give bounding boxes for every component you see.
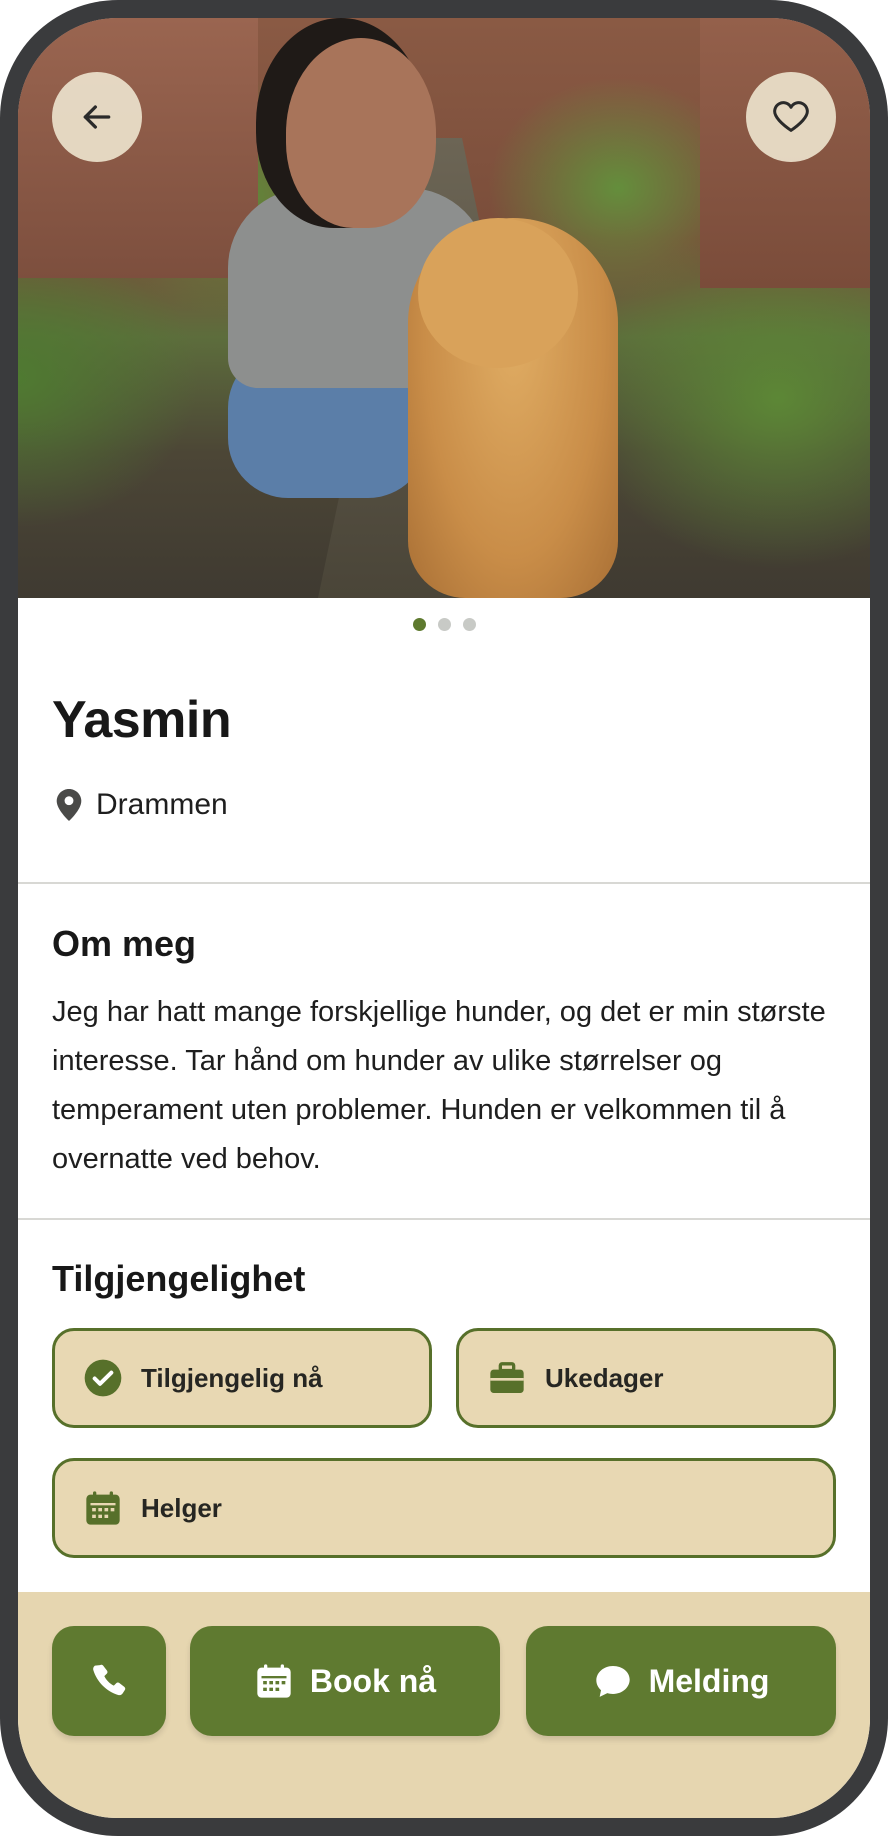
page-dot-2[interactable] bbox=[437, 618, 451, 631]
chat-bubble-icon bbox=[595, 1666, 630, 1697]
page-dot-3[interactable] bbox=[462, 618, 476, 631]
availability-now-chip[interactable]: Tilgjengelig nå bbox=[52, 1328, 432, 1428]
calendar-icon bbox=[257, 1664, 291, 1698]
availability-weekends-chip[interactable]: Helger bbox=[52, 1458, 836, 1558]
availability-weekends-label: Helger bbox=[141, 1492, 222, 1523]
location-pin-icon bbox=[56, 789, 82, 821]
arrow-left-icon bbox=[83, 105, 111, 129]
divider bbox=[18, 1218, 870, 1220]
location-label: Drammen bbox=[96, 788, 228, 821]
divider bbox=[18, 882, 870, 884]
profile-photo[interactable] bbox=[18, 18, 870, 598]
heart-icon bbox=[773, 101, 809, 132]
bottom-action-bar: Book nå Melding bbox=[18, 1592, 870, 1818]
favorite-button[interactable] bbox=[746, 72, 836, 162]
calendar-icon bbox=[86, 1491, 120, 1525]
call-button[interactable] bbox=[52, 1626, 166, 1736]
briefcase-icon bbox=[490, 1362, 524, 1393]
availability-weekdays-label: Ukedager bbox=[545, 1362, 664, 1393]
message-label: Melding bbox=[648, 1662, 770, 1699]
screen: Yasmin Drammen Om meg Jeg har hatt mange… bbox=[18, 18, 870, 1818]
phone-icon bbox=[93, 1664, 126, 1696]
page-dot-1[interactable] bbox=[412, 618, 426, 631]
book-now-label: Book nå bbox=[309, 1662, 437, 1699]
phone-frame: Yasmin Drammen Om meg Jeg har hatt mange… bbox=[0, 0, 888, 1836]
about-text: Jeg har hatt mange forskjellige hunder, … bbox=[52, 996, 826, 1175]
photo-pagination[interactable] bbox=[18, 618, 870, 631]
check-circle-icon bbox=[84, 1359, 122, 1397]
profile-name: Yasmin bbox=[52, 691, 232, 749]
location-row: Drammen bbox=[56, 788, 228, 822]
availability-now-label: Tilgjengelig nå bbox=[141, 1362, 323, 1393]
book-now-button[interactable]: Book nå bbox=[190, 1626, 500, 1736]
availability-weekdays-chip[interactable]: Ukedager bbox=[456, 1328, 836, 1428]
about-heading: Om meg bbox=[52, 923, 197, 964]
message-button[interactable]: Melding bbox=[526, 1626, 836, 1736]
availability-heading: Tilgjengelighet bbox=[52, 1258, 306, 1299]
back-button[interactable] bbox=[52, 72, 142, 162]
